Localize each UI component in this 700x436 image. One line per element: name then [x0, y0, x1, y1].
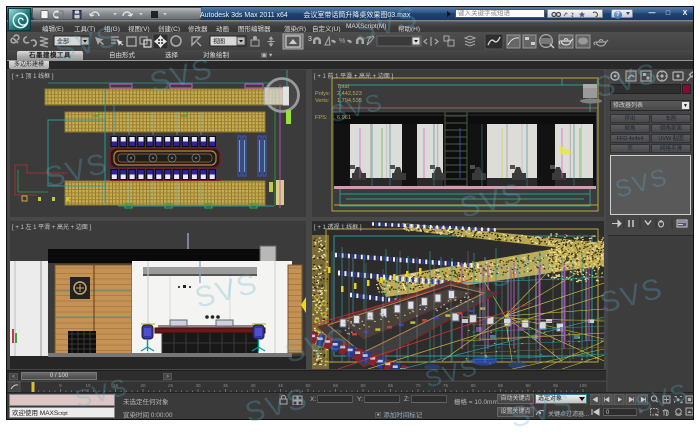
- svg-text:100: 100: [579, 383, 587, 388]
- svg-text:Polys:: Polys:: [315, 91, 331, 97]
- svg-text:30: 30: [195, 383, 201, 388]
- svg-text:70: 70: [415, 383, 421, 388]
- svg-text:3: 3: [308, 36, 312, 43]
- svg-text:40: 40: [250, 383, 256, 388]
- svg-text:Verts:: Verts:: [315, 98, 330, 104]
- svg-text:FPS:: FPS:: [315, 115, 328, 121]
- svg-text:%: %: [339, 38, 345, 45]
- svg-text:1,794,535: 1,794,535: [337, 98, 362, 104]
- svg-text:25: 25: [168, 383, 174, 388]
- svg-text:85: 85: [498, 383, 504, 388]
- svg-text:35: 35: [223, 383, 229, 388]
- svg-text:Total: Total: [337, 84, 349, 90]
- svg-text:95: 95: [553, 383, 559, 388]
- svg-text:全部: 全部: [57, 38, 69, 46]
- svg-text:90: 90: [525, 383, 531, 388]
- svg-text:20: 20: [140, 383, 146, 388]
- svg-text:45: 45: [278, 383, 284, 388]
- svg-text:视图: 视图: [213, 38, 225, 46]
- svg-text:75: 75: [443, 383, 449, 388]
- svg-text:10: 10: [85, 383, 91, 388]
- svg-text:5: 5: [59, 383, 62, 388]
- svg-text:80: 80: [470, 383, 476, 388]
- svg-text:2,442,523: 2,442,523: [337, 91, 362, 97]
- svg-text:65: 65: [388, 383, 394, 388]
- svg-text:15: 15: [113, 383, 119, 388]
- svg-text:6.961: 6.961: [337, 115, 351, 121]
- svg-text:60: 60: [360, 383, 366, 388]
- svg-text:55: 55: [333, 383, 339, 388]
- svg-text:50: 50: [305, 383, 311, 388]
